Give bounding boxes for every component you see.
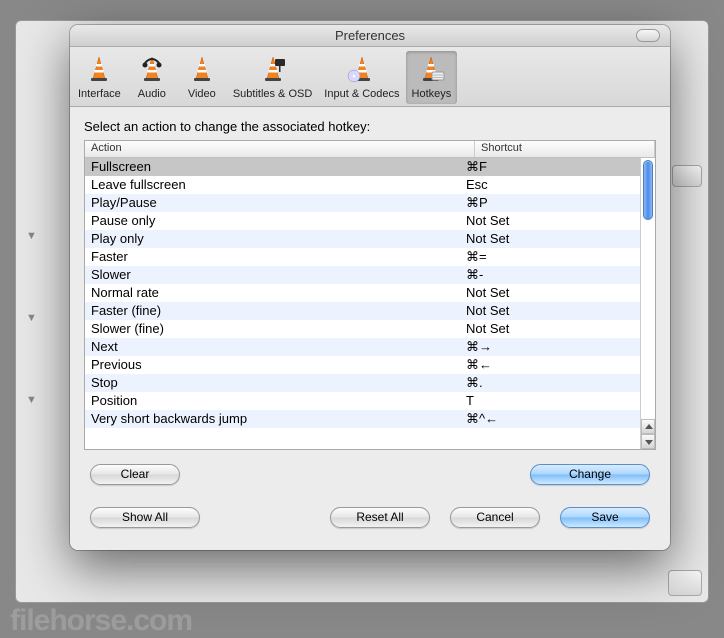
cancel-button[interactable]: Cancel [450, 507, 540, 528]
cell-shortcut: ⌘→ [460, 338, 640, 356]
table-row[interactable]: Faster ⌘= [85, 248, 640, 266]
hotkeys-pane: Select an action to change the associate… [70, 107, 670, 550]
toolbar-item-label: Video [188, 88, 216, 100]
toolbar-item-input-codecs[interactable]: Input & Codecs [318, 51, 405, 104]
cell-action: Faster [85, 248, 460, 266]
table-row[interactable]: Previous ⌘← [85, 356, 640, 374]
bg-triangle-icon: ▼ [26, 230, 37, 242]
table-row[interactable]: Leave fullscreen Esc [85, 176, 640, 194]
cell-shortcut: ⌘F [460, 158, 640, 176]
table-row[interactable]: Very short backwards jump ⌘^← [85, 410, 640, 428]
cell-shortcut: Not Set [460, 302, 640, 320]
table-row[interactable]: Pause only Not Set [85, 212, 640, 230]
clear-button[interactable]: Clear [90, 464, 180, 485]
table-row[interactable]: Play only Not Set [85, 230, 640, 248]
titlebar: Preferences [70, 25, 670, 47]
table-row[interactable]: Position T [85, 392, 640, 410]
cell-shortcut: Not Set [460, 212, 640, 230]
window-pill-button[interactable] [636, 29, 660, 42]
cone-disc-icon [346, 53, 378, 88]
cell-action: Play only [85, 230, 460, 248]
show-all-button[interactable]: Show All [90, 507, 200, 528]
toolbar-item-label: Audio [138, 88, 166, 100]
save-button[interactable]: Save [560, 507, 650, 528]
toolbar-item-label: Interface [78, 88, 121, 100]
cone-keys-icon [415, 53, 447, 88]
cell-action: Normal rate [85, 284, 460, 302]
scrollbar-thumb[interactable] [643, 160, 653, 220]
hotkey-table: Action Shortcut Fullscreen ⌘F Leave full… [84, 140, 656, 450]
cone-icon [186, 53, 218, 88]
cell-shortcut: ⌘P [460, 194, 640, 212]
reset-all-button[interactable]: Reset All [330, 507, 430, 528]
cell-shortcut: ⌘= [460, 248, 640, 266]
toolbar-item-label: Hotkeys [412, 88, 452, 100]
column-header-action[interactable]: Action [85, 141, 475, 157]
watermark-text: filehorse.com [10, 604, 192, 638]
cell-action [85, 428, 460, 446]
cell-action: Faster (fine) [85, 302, 460, 320]
column-header-shortcut[interactable]: Shortcut [475, 141, 655, 157]
toolbar-item-hotkeys[interactable]: Hotkeys [406, 51, 458, 104]
cell-shortcut: ⌘- [460, 266, 640, 284]
button-row-1: Clear Change [90, 464, 650, 485]
toolbar-item-label: Input & Codecs [324, 88, 399, 100]
cell-shortcut: Not Set [460, 230, 640, 248]
cell-shortcut: ⌘. [460, 374, 640, 392]
scrollbar-track[interactable] [641, 158, 655, 419]
vertical-scrollbar[interactable] [640, 158, 655, 449]
change-button[interactable]: Change [530, 464, 650, 485]
bg-control [672, 165, 702, 187]
spacer [220, 507, 310, 528]
cell-shortcut: ⌘^← [460, 410, 640, 428]
table-row[interactable]: Next ⌘→ [85, 338, 640, 356]
window-title: Preferences [335, 28, 405, 43]
table-header: Action Shortcut [85, 141, 655, 158]
toolbar-item-interface[interactable]: Interface [72, 51, 127, 104]
table-row[interactable]: Fullscreen ⌘F [85, 158, 640, 176]
cell-action: Previous [85, 356, 460, 374]
cell-shortcut: Not Set [460, 284, 640, 302]
toolbar-item-audio[interactable]: Audio [127, 51, 177, 104]
bg-control [668, 570, 702, 596]
table-body: Fullscreen ⌘F Leave fullscreen Esc Play/… [85, 158, 640, 449]
cell-action: Play/Pause [85, 194, 460, 212]
toolbar-item-subtitles-osd[interactable]: Subtitles & OSD [227, 51, 318, 104]
cell-action: Stop [85, 374, 460, 392]
cell-action: Position [85, 392, 460, 410]
scroll-down-button[interactable] [641, 434, 655, 449]
toolbar-item-label: Subtitles & OSD [233, 88, 312, 100]
table-row[interactable]: Play/Pause ⌘P [85, 194, 640, 212]
cell-action: Leave fullscreen [85, 176, 460, 194]
table-body-wrap: Fullscreen ⌘F Leave fullscreen Esc Play/… [85, 158, 655, 449]
instruction-label: Select an action to change the associate… [84, 119, 656, 134]
cone-headphones-icon [136, 53, 168, 88]
cell-action: Very short backwards jump [85, 410, 460, 428]
table-row[interactable]: Slower ⌘- [85, 266, 640, 284]
cell-shortcut: Not Set [460, 320, 640, 338]
table-row[interactable]: Stop ⌘. [85, 374, 640, 392]
toolbar-item-video[interactable]: Video [177, 51, 227, 104]
bg-triangle-icon: ▼ [26, 312, 37, 324]
cell-action: Slower [85, 266, 460, 284]
cell-shortcut: Esc [460, 176, 640, 194]
cell-action: Next [85, 338, 460, 356]
cell-shortcut: T [460, 392, 640, 410]
preferences-toolbar: Interface Audio Video Subtitles & OSD In… [70, 47, 670, 107]
table-row[interactable]: Slower (fine) Not Set [85, 320, 640, 338]
cell-action: Fullscreen [85, 158, 460, 176]
preferences-window: Preferences Interface Audio Video Subtit… [70, 25, 670, 550]
cell-action: Pause only [85, 212, 460, 230]
cone-icon [83, 53, 115, 88]
cell-action: Slower (fine) [85, 320, 460, 338]
cone-board-icon [257, 53, 289, 88]
cell-shortcut [460, 428, 640, 446]
table-row[interactable]: Faster (fine) Not Set [85, 302, 640, 320]
scroll-up-button[interactable] [641, 419, 655, 434]
table-row[interactable] [85, 428, 640, 446]
cell-shortcut: ⌘← [460, 356, 640, 374]
button-row-2: Show All Reset All Cancel Save [90, 507, 650, 528]
bg-triangle-icon: ▼ [26, 394, 37, 406]
table-row[interactable]: Normal rate Not Set [85, 284, 640, 302]
